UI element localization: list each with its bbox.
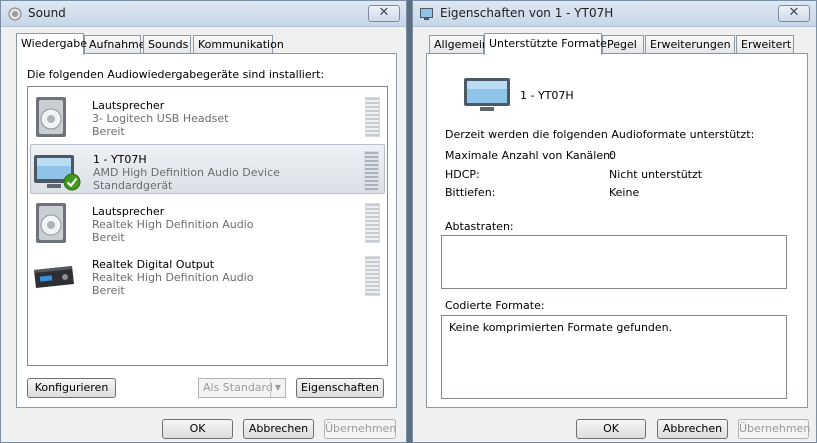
formats-panel: 1 - YT07H Derzeit werden die folgenden A…	[426, 53, 808, 408]
device-item[interactable]: Realtek Digital Output Realtek High Defi…	[30, 250, 385, 300]
formats-intro: Derzeit werden die folgenden Audioformat…	[445, 128, 755, 141]
set-default-dropdown[interactable]: Als Standard ▼	[198, 378, 286, 398]
device-item-selected[interactable]: 1 - YT07H AMD High Definition Audio Devi…	[30, 144, 385, 194]
hdcp-value: Nicht unterstützt	[609, 168, 703, 181]
chevron-down-icon[interactable]: ▼	[270, 379, 285, 397]
hdcp-label: HDCP:	[445, 168, 480, 181]
cancel-button[interactable]: Abbrechen	[657, 419, 728, 439]
properties-button[interactable]: Eigenschaften	[296, 378, 384, 398]
device-status: Bereit	[92, 284, 125, 297]
tab-unterstuetzte-formate[interactable]: Unterstützte Formate	[484, 33, 607, 55]
level-meter	[364, 151, 379, 191]
close-button[interactable]: ✕	[368, 5, 400, 22]
configure-button[interactable]: Konfigurieren	[27, 378, 116, 398]
tab-strip: Wiedergabe Aufnahme Sounds Kommunikation	[16, 33, 286, 55]
tab-aufnahme[interactable]: Aufnahme	[84, 35, 146, 54]
tab-erweitert[interactable]: Erweitert	[736, 35, 794, 54]
window-title: Eigenschaften von 1 - YT07H	[440, 6, 614, 20]
device-name: Lautsprecher	[92, 205, 165, 218]
receiver-icon	[34, 266, 74, 288]
window-title: Sound	[28, 6, 66, 20]
level-meter	[365, 203, 380, 243]
encoded-formats-label: Codierte Formate:	[445, 299, 545, 312]
sound-titlebar[interactable]: Sound ✕	[1, 1, 406, 27]
monitor-icon	[464, 78, 510, 111]
speaker-icon	[36, 97, 66, 137]
speaker-app-icon	[8, 7, 22, 21]
device-name: 1 - YT07H	[93, 153, 147, 166]
tab-erweiterungen[interactable]: Erweiterungen	[645, 35, 735, 54]
device-description: Realtek High Definition Audio	[92, 218, 254, 231]
channels-label: Maximale Anzahl von Kanälen:	[445, 149, 614, 162]
properties-window: Eigenschaften von 1 - YT07H ✕ Allgemein …	[412, 0, 817, 443]
default-check-icon	[63, 173, 81, 191]
apply-button[interactable]: Übernehmen	[738, 419, 810, 439]
set-default-label: Als Standard	[203, 381, 273, 394]
sample-rates-label: Abtastraten:	[445, 220, 514, 233]
device-name: 1 - YT07H	[520, 89, 574, 102]
device-name: Realtek Digital Output	[92, 258, 215, 271]
ok-button[interactable]: OK	[162, 419, 233, 439]
device-status: Bereit	[92, 125, 125, 138]
bit-depth-value: Keine	[609, 186, 640, 199]
monitor-app-icon	[420, 8, 433, 20]
device-name: Lautsprecher	[92, 99, 165, 112]
channels-value: 0	[609, 149, 616, 162]
instruction-text: Die folgenden Audiowiedergabegeräte sind…	[27, 68, 325, 81]
playback-panel: Die folgenden Audiowiedergabegeräte sind…	[16, 53, 397, 408]
device-status: Standardgerät	[93, 179, 173, 192]
tab-kommunikation[interactable]: Kommunikation	[193, 35, 284, 54]
bit-depth-label: Bittiefen:	[445, 186, 496, 199]
tab-pegel[interactable]: Pegel	[602, 35, 644, 54]
device-description: Realtek High Definition Audio	[92, 271, 254, 284]
encoded-formats-box[interactable]: Keine komprimierten Formate gefunden.	[441, 315, 787, 399]
level-meter	[365, 256, 380, 296]
device-list: Lautsprecher 3- Logitech USB Headset Ber…	[27, 86, 388, 366]
sample-rates-box[interactable]	[441, 235, 787, 289]
device-item[interactable]: Lautsprecher Realtek High Definition Aud…	[30, 197, 385, 247]
device-item[interactable]: Lautsprecher 3- Logitech USB Headset Ber…	[30, 91, 385, 141]
sound-window: Sound ✕ Wiedergabe Aufnahme Sounds Kommu…	[0, 0, 407, 443]
speaker-icon	[36, 203, 66, 243]
level-meter	[365, 97, 380, 137]
device-description: 3- Logitech USB Headset	[92, 112, 229, 125]
tab-sounds[interactable]: Sounds	[143, 35, 191, 54]
ok-button[interactable]: OK	[576, 419, 646, 439]
encoded-formats-text: Keine komprimierten Formate gefunden.	[449, 321, 673, 334]
device-status: Bereit	[92, 231, 125, 244]
cancel-button[interactable]: Abbrechen	[243, 419, 314, 439]
apply-button[interactable]: Übernehmen	[324, 419, 396, 439]
properties-titlebar[interactable]: Eigenschaften von 1 - YT07H ✕	[413, 1, 816, 27]
close-button[interactable]: ✕	[778, 5, 810, 22]
tab-wiedergabe[interactable]: Wiedergabe	[16, 33, 87, 55]
tab-allgemein[interactable]: Allgemein	[429, 35, 489, 54]
device-description: AMD High Definition Audio Device	[93, 166, 280, 179]
tab-strip: Allgemein Unterstützte Formate Pegel Erw…	[426, 33, 808, 55]
